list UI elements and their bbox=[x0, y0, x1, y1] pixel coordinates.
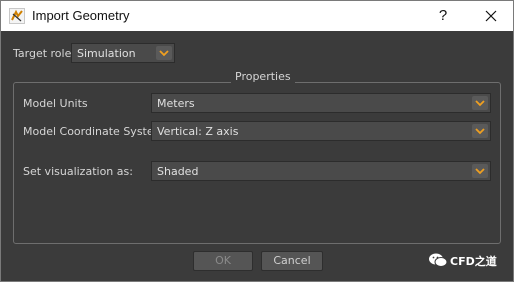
wechat-icon bbox=[429, 253, 448, 267]
model-units-dropdown[interactable]: Meters bbox=[151, 93, 491, 113]
ok-button[interactable]: OK bbox=[193, 251, 253, 271]
title-bar[interactable]: Import Geometry ? bbox=[1, 1, 513, 31]
model-units-label: Model Units bbox=[23, 97, 88, 110]
help-icon: ? bbox=[438, 7, 448, 24]
visualization-dropdown[interactable]: Shaded bbox=[151, 161, 491, 181]
watermark-text: CFD之道 bbox=[450, 255, 497, 268]
model-units-value: Meters bbox=[157, 97, 195, 110]
coordinate-system-dropdown[interactable]: Vertical: Z axis bbox=[151, 121, 491, 141]
window-title: Import Geometry bbox=[32, 8, 130, 23]
target-role-dropdown[interactable]: Simulation bbox=[71, 43, 175, 63]
import-geometry-dialog: Import Geometry ? Target role: Simulatio… bbox=[0, 0, 514, 282]
visualization-label: Set visualization as: bbox=[23, 165, 133, 178]
target-role-value: Simulation bbox=[77, 47, 136, 60]
chevron-down-icon bbox=[472, 124, 488, 138]
target-role-label: Target role: bbox=[13, 47, 76, 60]
dialog-body: Target role: Simulation Properties Model… bbox=[1, 31, 513, 281]
chevron-down-icon bbox=[156, 46, 172, 60]
app-icon bbox=[9, 8, 25, 24]
help-button[interactable]: ? bbox=[428, 1, 458, 31]
coordinate-system-value: Vertical: Z axis bbox=[157, 125, 239, 138]
chevron-down-icon bbox=[472, 164, 488, 178]
visualization-value: Shaded bbox=[157, 165, 199, 178]
cancel-button[interactable]: Cancel bbox=[261, 251, 323, 271]
chevron-down-icon bbox=[472, 96, 488, 110]
close-icon bbox=[485, 10, 497, 22]
coordinate-system-label: Model Coordinate System: bbox=[23, 125, 169, 138]
close-button[interactable] bbox=[473, 1, 509, 31]
properties-title: Properties bbox=[231, 70, 295, 83]
